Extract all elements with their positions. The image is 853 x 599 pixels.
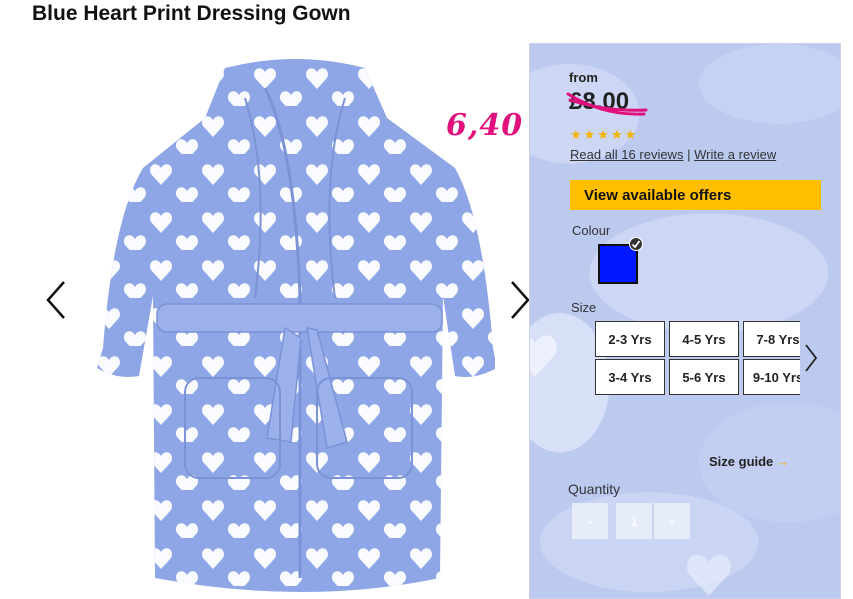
quantity-decrement-button[interactable]: - [572,503,608,539]
size-label: Size [571,300,597,315]
product-title: Blue Heart Print Dressing Gown [32,2,351,25]
size-option[interactable]: 7-8 Yrs [743,321,800,357]
star-rating: ★★★★★ [570,127,639,142]
size-option[interactable]: 4-5 Yrs [669,321,739,357]
size-option[interactable]: 3-4 Yrs [595,359,665,395]
size-scroll-next-button[interactable] [802,341,820,375]
handwritten-price-annotation: 6,40 [446,108,524,143]
product-options-panel: from £8.00 ★★★★★ Read all 16 reviews | W… [529,43,841,599]
gallery-prev-button[interactable] [42,278,72,322]
quantity-label: Quantity [568,481,621,497]
write-review-link[interactable]: Write a review [694,147,776,162]
reviews-separator: | [687,147,691,162]
chevron-right-icon [805,344,818,372]
size-guide-link[interactable]: Size guide → [709,454,789,469]
price-from-label: from [569,70,598,85]
quantity-increment-button[interactable]: + [654,503,690,539]
size-option[interactable]: 2-3 Yrs [595,321,665,357]
colour-label: Colour [572,223,611,238]
quantity-input[interactable]: 1 [616,503,652,539]
chevron-left-icon [46,281,65,319]
size-option[interactable]: 9-10 Yrs [743,359,800,395]
size-options-grid: 2-3 Yrs 4-5 Yrs 7-8 Yrs 3-4 Yrs 5-6 Yrs … [595,321,800,395]
product-price: £8.00 [569,88,630,115]
size-guide-label: Size guide [709,454,774,469]
reviews-links: Read all 16 reviews | Write a review [570,147,776,162]
checkmark-icon [629,237,643,251]
size-option[interactable]: 5-6 Yrs [669,359,739,395]
read-reviews-link[interactable]: Read all 16 reviews [570,147,683,162]
product-image-dressing-gown [97,59,495,592]
arrow-right-icon: → [776,454,790,469]
view-offers-button[interactable]: View available offers [570,180,821,210]
